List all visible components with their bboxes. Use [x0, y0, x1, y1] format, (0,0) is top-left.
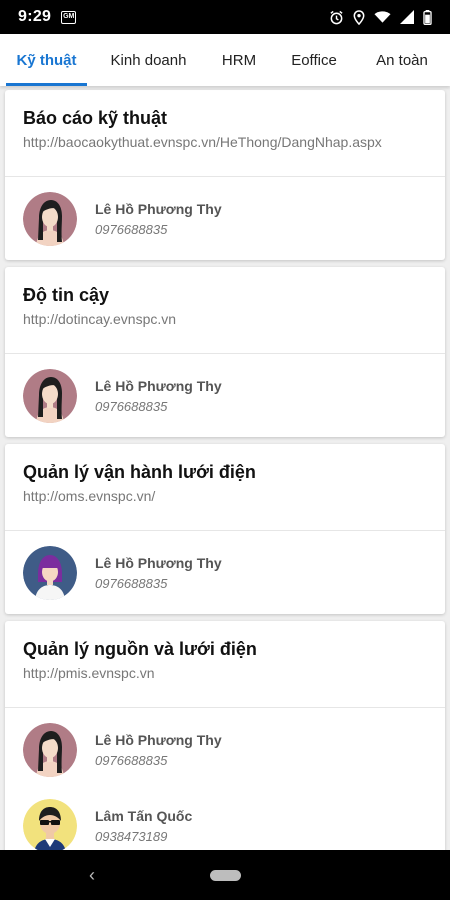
woman-avatar [23, 191, 77, 246]
card-title: Quản lý vận hành lưới điện [23, 462, 256, 482]
woman-avatar [23, 368, 77, 423]
tab-kinh-doanh[interactable]: Kinh doanh [93, 34, 204, 86]
contact-name: Lê Hồ Phương Thy [95, 554, 222, 571]
tab-eoffice[interactable]: Eoffice [274, 34, 354, 86]
tab-ky-thuat[interactable]: Kỹ thuật [0, 34, 93, 86]
home-pill-icon[interactable] [210, 870, 241, 881]
contact-item[interactable]: Lâm Tấn Quốc 0938473189 [5, 791, 445, 850]
card-header[interactable]: Quản lý vận hành lưới điện http://oms.ev… [5, 444, 445, 531]
contact-item[interactable]: Lê Hồ Phương Thy 0976688835 [5, 531, 445, 614]
back-icon[interactable]: ‹ [89, 866, 95, 884]
contact-phone[interactable]: 0938473189 [95, 828, 192, 845]
contact-name: Lê Hồ Phương Thy [95, 377, 222, 394]
system-card[interactable]: Độ tin cậy http://dotincay.evnspc.vn Lê … [5, 267, 445, 437]
contact-name: Lê Hồ Phương Thy [95, 731, 222, 748]
contact-phone[interactable]: 0976688835 [95, 752, 222, 769]
tab-bar: Kỹ thuật Kinh doanh HRM Eoffice An toàn [0, 34, 450, 86]
contact-phone[interactable]: 0976688835 [95, 575, 222, 592]
status-bar: 9:29 GM [0, 0, 450, 34]
location-icon [353, 9, 365, 25]
alarm-icon [329, 10, 344, 25]
card-url[interactable]: http://dotincay.evnspc.vn [23, 310, 427, 328]
system-card[interactable]: Quản lý nguồn và lưới điện http://pmis.e… [5, 621, 445, 850]
status-time: 9:29 [18, 8, 52, 25]
contact-item[interactable]: Lê Hồ Phương Thy 0976688835 [5, 708, 445, 791]
card-url[interactable]: http://pmis.evnspc.vn [23, 664, 427, 682]
system-card[interactable]: Quản lý vận hành lưới điện http://oms.ev… [5, 444, 445, 614]
navigation-bar: ‹ [0, 850, 450, 900]
contact-name: Lê Hồ Phương Thy [95, 200, 222, 217]
tab-an-toan[interactable]: An toàn [354, 34, 450, 86]
status-icons [329, 9, 432, 25]
card-url[interactable]: http://oms.evnspc.vn/ [23, 487, 427, 505]
contact-name: Lâm Tấn Quốc [95, 808, 193, 824]
card-title: Quản lý nguồn và lưới điện [23, 639, 257, 659]
card-header[interactable]: Báo cáo kỹ thuật http://baocaokythuat.ev… [5, 90, 445, 177]
card-title: Báo cáo kỹ thuật [23, 108, 168, 128]
wifi-icon [374, 10, 391, 24]
card-title: Độ tin cậy [23, 285, 110, 305]
notification-icon: GM [61, 10, 77, 24]
signal-icon [400, 10, 414, 24]
contact-item[interactable]: Lê Hồ Phương Thy 0976688835 [5, 177, 445, 260]
card-url[interactable]: http://baocaokythuat.evnspc.vn/HeThong/D… [23, 133, 427, 151]
man-sunglasses-avatar [23, 799, 77, 850]
system-card[interactable]: Báo cáo kỹ thuật http://baocaokythuat.ev… [5, 90, 445, 260]
battery-icon [423, 9, 432, 25]
card-header[interactable]: Quản lý nguồn và lưới điện http://pmis.e… [5, 621, 445, 708]
contact-item[interactable]: Lê Hồ Phương Thy 0976688835 [5, 354, 445, 437]
system-list: Báo cáo kỹ thuật http://baocaokythuat.ev… [0, 86, 450, 850]
woman-purple-avatar [23, 545, 77, 600]
contact-phone[interactable]: 0976688835 [95, 221, 222, 238]
contact-phone[interactable]: 0976688835 [95, 398, 222, 415]
tab-hrm[interactable]: HRM [204, 34, 274, 86]
card-header[interactable]: Độ tin cậy http://dotincay.evnspc.vn [5, 267, 445, 354]
woman-avatar [23, 722, 77, 777]
